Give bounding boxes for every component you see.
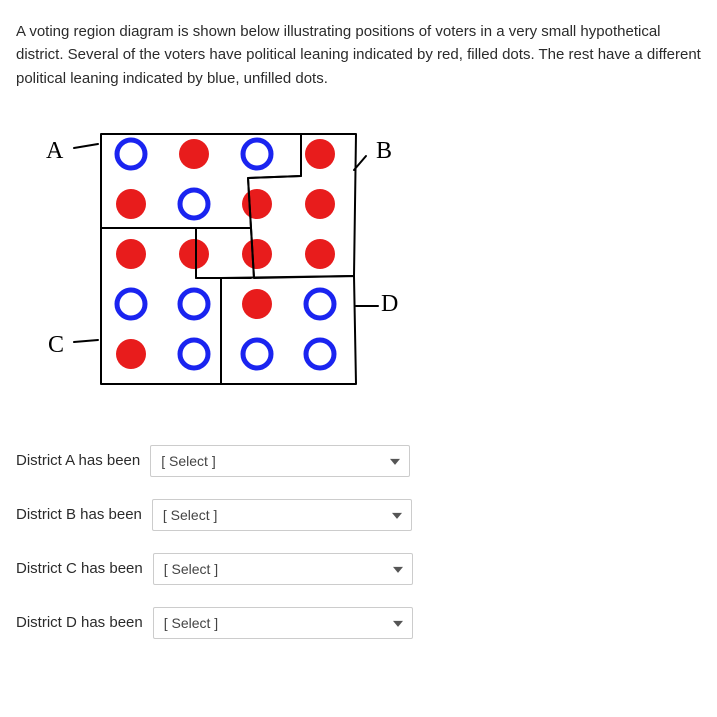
district-select[interactable]: [ Select ] [152,499,412,531]
district-label-a: A [46,138,64,164]
red-filled-dot [116,339,146,369]
district-select[interactable]: [ Select ] [153,607,413,639]
red-filled-dot [305,239,335,269]
district-label-d: D [381,291,398,317]
question-prompt: A voting region diagram is shown below i… [16,20,701,90]
district-label-b: B [376,138,392,164]
question-label: District B has been [16,506,142,523]
district-label-c: C [48,332,64,358]
red-filled-dot [242,289,272,319]
question-row: District A has been [ Select ] [16,445,701,477]
question-label: District A has been [16,452,140,469]
red-filled-dot [179,139,209,169]
blue-unfilled-dot [180,340,208,368]
question-row: District B has been [ Select ] [16,499,701,531]
red-filled-dot [116,239,146,269]
red-filled-dot [305,189,335,219]
blue-unfilled-dot [180,190,208,218]
leader-a [74,144,98,148]
blue-unfilled-dot [243,340,271,368]
blue-unfilled-dot [117,140,145,168]
question-label: District C has been [16,560,143,577]
blue-unfilled-dot [306,290,334,318]
voting-diagram: A B C D [36,126,701,405]
red-filled-dot [179,239,209,269]
blue-unfilled-dot [180,290,208,318]
leader-c [74,340,98,342]
red-filled-dot [242,239,272,269]
blue-unfilled-dot [117,290,145,318]
question-row: District D has been [ Select ] [16,607,701,639]
red-filled-dot [305,139,335,169]
district-select[interactable]: [ Select ] [153,553,413,585]
red-filled-dot [116,189,146,219]
question-row: District C has been [ Select ] [16,553,701,585]
question-label: District D has been [16,614,143,631]
district-select[interactable]: [ Select ] [150,445,410,477]
red-filled-dot [242,189,272,219]
blue-unfilled-dot [306,340,334,368]
blue-unfilled-dot [243,140,271,168]
